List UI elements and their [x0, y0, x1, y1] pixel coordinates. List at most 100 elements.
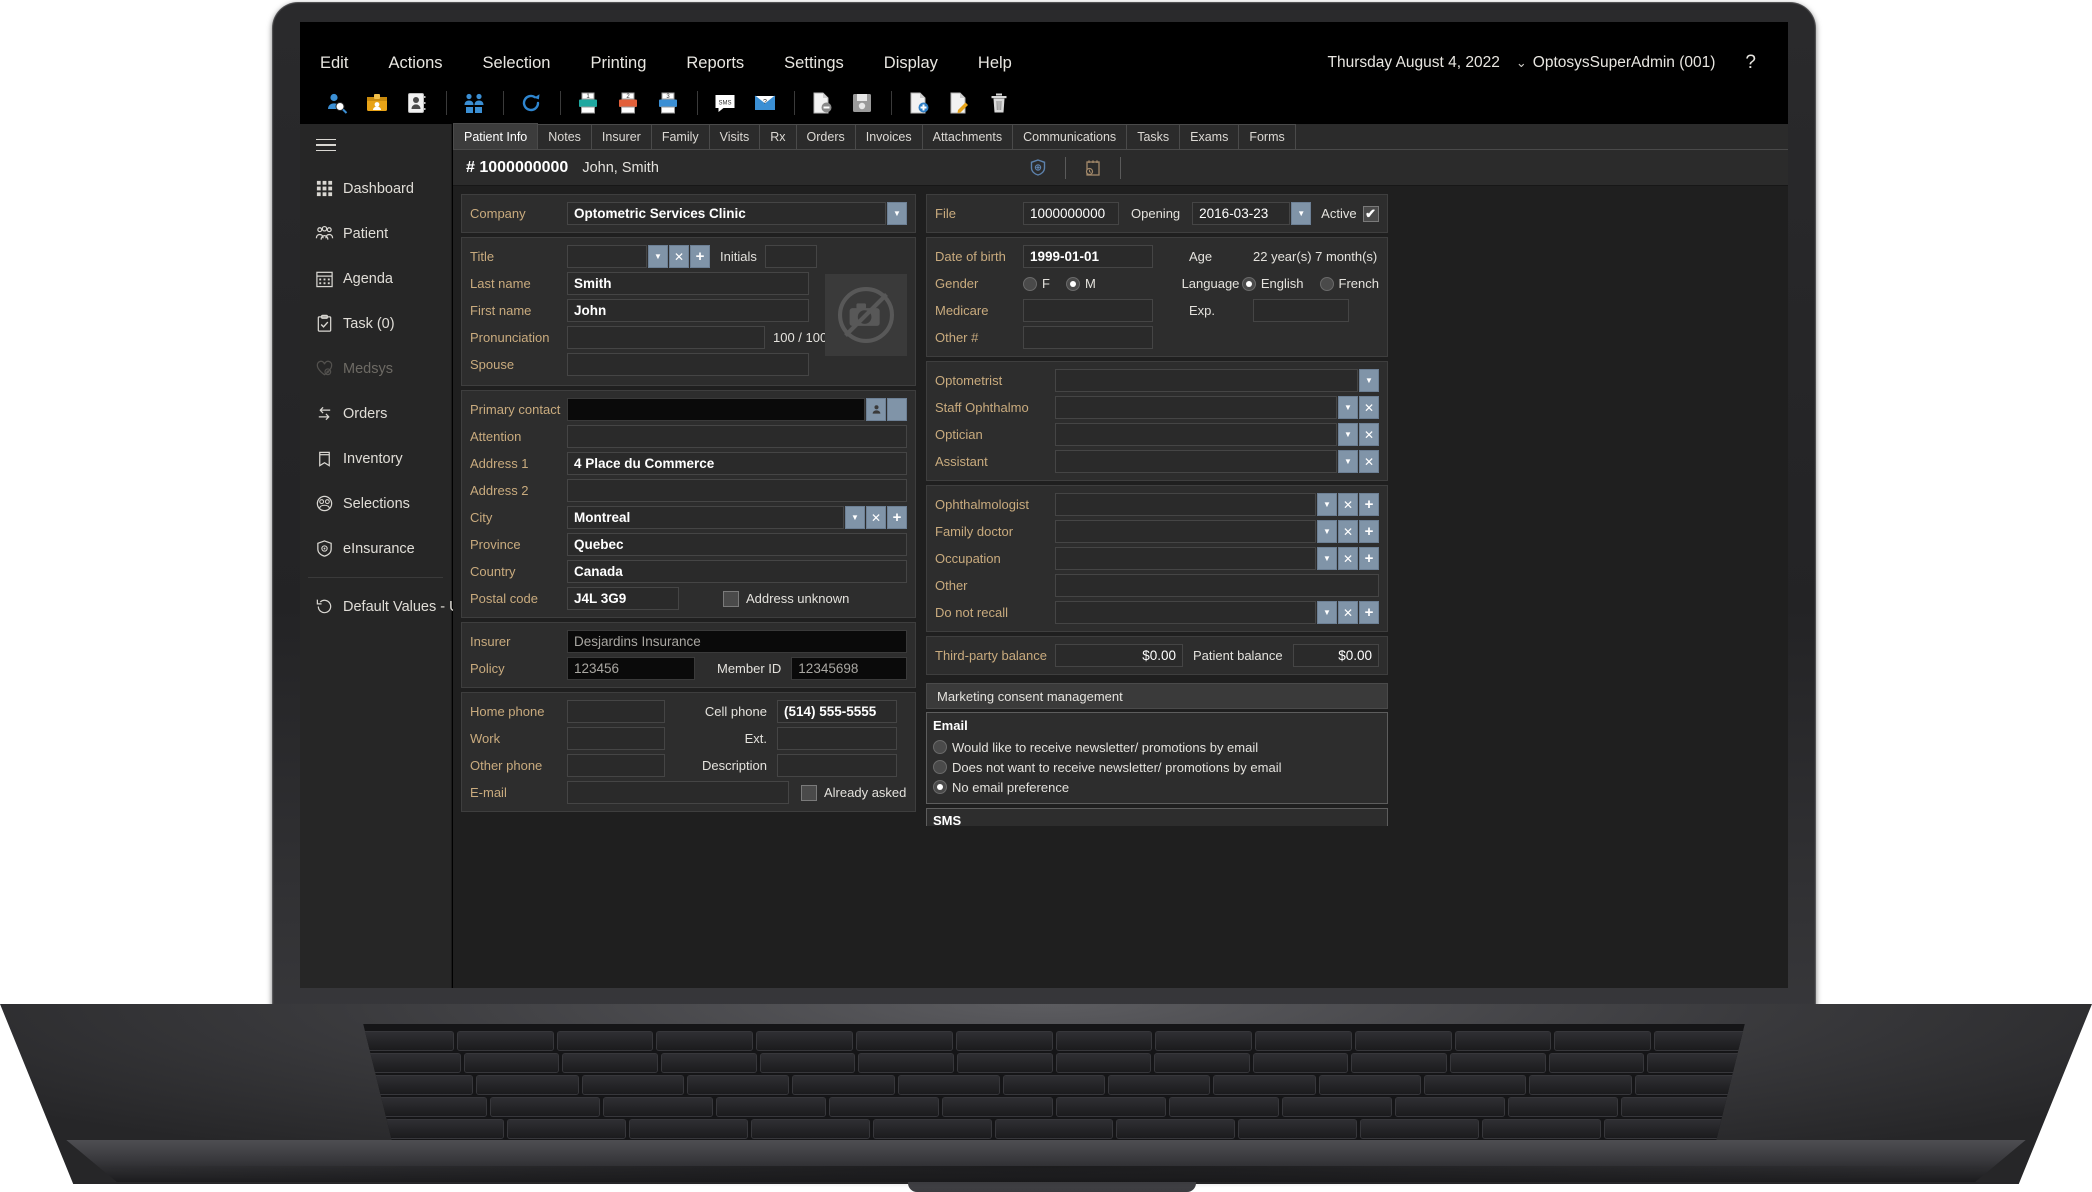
title-clear-x-icon[interactable]: ✕	[669, 245, 689, 268]
refresh-icon[interactable]	[514, 87, 548, 119]
family-doctor-dropdown-caret-icon[interactable]: ▼	[1317, 520, 1337, 543]
address-unknown-checkbox[interactable]: ✔	[723, 591, 739, 607]
tab-orders[interactable]: Orders	[797, 124, 856, 149]
work-phone-field[interactable]	[567, 727, 665, 750]
menu-item-edit[interactable]: Edit	[300, 50, 368, 77]
ext-field[interactable]	[777, 727, 897, 750]
insurer-field[interactable]: Desjardins Insurance	[567, 630, 907, 653]
ophthalmologist-field[interactable]	[1055, 493, 1316, 516]
opening-date-dropdown-caret-icon[interactable]: ▼	[1291, 202, 1311, 225]
menu-item-help[interactable]: Help	[958, 50, 1032, 77]
staff-ophthalmo-field[interactable]	[1055, 396, 1337, 419]
tab-communications[interactable]: Communications	[1013, 124, 1127, 149]
file-number-field[interactable]: 1000000000	[1023, 202, 1119, 225]
menu-item-reports[interactable]: Reports	[666, 50, 764, 77]
sidebar-item-orders[interactable]: Orders	[300, 391, 451, 436]
print-1-icon[interactable]: 1	[571, 87, 605, 119]
menu-item-selection[interactable]: Selection	[463, 50, 571, 77]
staff-ophthalmo-clear-x-icon[interactable]: ✕	[1359, 396, 1379, 419]
current-user-label[interactable]: OptosysSuperAdmin (001)	[1533, 54, 1746, 72]
sidebar-item-agenda[interactable]: Agenda	[300, 256, 451, 301]
member-id-field[interactable]: 12345698	[791, 657, 907, 680]
optometrist-field[interactable]	[1055, 369, 1358, 392]
menu-item-printing[interactable]: Printing	[570, 50, 666, 77]
email-consent-option-no[interactable]: Does not want to receive newsletter/ pro…	[933, 757, 1381, 777]
sms-icon[interactable]: SMS	[708, 87, 742, 119]
patient-photo-placeholder[interactable]	[825, 274, 907, 356]
email-icon[interactable]: ?	[748, 87, 782, 119]
opening-date-field[interactable]: 2016-03-23	[1192, 202, 1290, 225]
tab-notes[interactable]: Notes	[538, 124, 592, 149]
email-consent-no-radio[interactable]	[933, 760, 947, 774]
assistant-clear-x-icon[interactable]: ✕	[1359, 450, 1379, 473]
city-dropdown-caret-icon[interactable]: ▼	[845, 506, 865, 529]
sidebar-item-patient[interactable]: Patient	[300, 211, 451, 256]
primary-contact-person-icon[interactable]	[866, 398, 886, 421]
email-consent-option-none[interactable]: No email preference	[933, 777, 1381, 797]
sidebar-item-selections[interactable]: Selections	[300, 481, 451, 526]
pronunciation-field[interactable]	[567, 326, 765, 349]
optician-clear-x-icon[interactable]: ✕	[1359, 423, 1379, 446]
address2-field[interactable]	[567, 479, 907, 502]
menu-item-settings[interactable]: Settings	[764, 50, 864, 77]
tab-patient-info[interactable]: Patient Info	[453, 123, 538, 149]
title-field[interactable]	[567, 245, 647, 268]
delete-trash-icon[interactable]	[982, 87, 1016, 119]
ophthalmologist-dropdown-caret-icon[interactable]: ▼	[1317, 493, 1337, 516]
spouse-field[interactable]	[567, 353, 809, 376]
other-phone-field[interactable]	[567, 754, 665, 777]
tab-family[interactable]: Family	[652, 124, 710, 149]
company-field[interactable]: Optometric Services Clinic	[567, 202, 886, 225]
hamburger-menu-icon[interactable]	[300, 124, 451, 166]
occupation-field[interactable]	[1055, 547, 1316, 570]
print-2-icon[interactable]: 2	[611, 87, 645, 119]
tab-tasks[interactable]: Tasks	[1127, 124, 1180, 149]
address1-field[interactable]: 4 Place du Commerce	[567, 452, 907, 475]
country-field[interactable]: Canada	[567, 560, 907, 583]
attention-field[interactable]	[567, 425, 907, 448]
do-not-recall-dropdown-caret-icon[interactable]: ▼	[1317, 601, 1337, 624]
medicare-field[interactable]	[1023, 299, 1153, 322]
insurance-shield-icon[interactable]	[1019, 158, 1057, 178]
sidebar-item-medsys[interactable]: Medsys	[300, 346, 451, 391]
tab-exams[interactable]: Exams	[1180, 124, 1239, 149]
occupation-dropdown-caret-icon[interactable]: ▼	[1317, 547, 1337, 570]
tab-attachments[interactable]: Attachments	[923, 124, 1013, 149]
patient-search-icon[interactable]	[320, 87, 354, 119]
do-not-recall-field[interactable]	[1055, 601, 1316, 624]
language-french-radio[interactable]	[1320, 277, 1334, 291]
ophthalmologist-add-plus-icon[interactable]: +	[1359, 493, 1379, 516]
exp-field[interactable]	[1253, 299, 1349, 322]
appointment-calendar-icon[interactable]	[1074, 158, 1112, 178]
tab-rx[interactable]: Rx	[760, 124, 796, 149]
gender-m-radio[interactable]	[1066, 277, 1080, 291]
first-name-field[interactable]: John	[567, 299, 809, 322]
dob-field[interactable]: 1999-01-01	[1023, 245, 1153, 268]
occupation-add-plus-icon[interactable]: +	[1359, 547, 1379, 570]
ophthalmologist-clear-x-icon[interactable]: ✕	[1338, 493, 1358, 516]
tab-forms[interactable]: Forms	[1239, 124, 1295, 149]
postal-code-field[interactable]: J4L 3G9	[567, 587, 679, 610]
sidebar-item-dashboard[interactable]: Dashboard	[300, 166, 451, 211]
family-doctor-field[interactable]	[1055, 520, 1316, 543]
menu-item-display[interactable]: Display	[864, 50, 958, 77]
policy-field[interactable]: 123456	[567, 657, 695, 680]
cell-phone-field[interactable]: (514) 555-5555	[777, 700, 897, 723]
email-consent-none-radio[interactable]	[933, 780, 947, 794]
occupation-clear-x-icon[interactable]: ✕	[1338, 547, 1358, 570]
staff-ophthalmo-dropdown-caret-icon[interactable]: ▼	[1338, 396, 1358, 419]
family-doctor-add-plus-icon[interactable]: +	[1359, 520, 1379, 543]
sidebar-item-default-values-users[interactable]: Default Values - Users	[300, 584, 451, 629]
other-field[interactable]	[1055, 574, 1379, 597]
city-field[interactable]: Montreal	[567, 506, 844, 529]
print-3-icon[interactable]: 3	[651, 87, 685, 119]
new-patient-folder-icon[interactable]	[360, 87, 394, 119]
primary-contact-field[interactable]	[567, 398, 865, 421]
city-clear-x-icon[interactable]: ✕	[866, 506, 886, 529]
tab-invoices[interactable]: Invoices	[856, 124, 923, 149]
description-field[interactable]	[777, 754, 897, 777]
optician-field[interactable]	[1055, 423, 1337, 446]
menu-item-actions[interactable]: Actions	[368, 50, 462, 77]
document-remove-icon[interactable]	[805, 87, 839, 119]
title-dropdown-caret-icon[interactable]: ▼	[648, 245, 668, 268]
